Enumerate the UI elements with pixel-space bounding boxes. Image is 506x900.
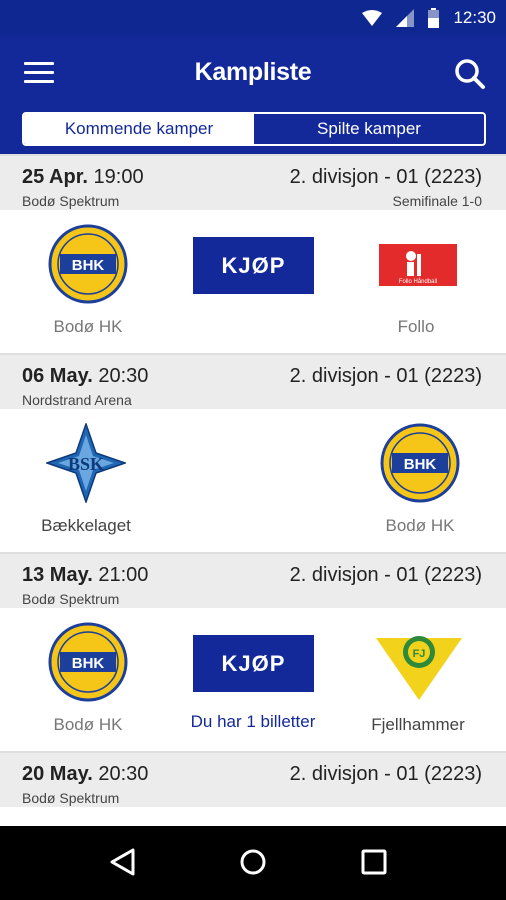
match-date: 25 Apr. [22, 166, 88, 188]
match-header[interactable]: 25 Apr. 19:00 Bodø Spektrum 2. divisjon … [0, 154, 506, 210]
match-datetime: 25 Apr. 19:00 [22, 166, 144, 189]
navigation-bar [0, 826, 506, 900]
match-body[interactable]: BSK BHK Bækkelaget Bodø HK [0, 409, 506, 552]
recents-square-icon[interactable] [354, 842, 394, 882]
match-datetime: 06 May. 20:30 [22, 365, 148, 388]
match-time: 21:00 [98, 564, 149, 586]
match-list[interactable]: 25 Apr. 19:00 Bodø Spektrum 2. divisjon … [0, 154, 506, 826]
match-date: 13 May. [22, 564, 93, 586]
page-title: Kampliste [194, 58, 312, 86]
bhk-logo-icon[interactable]: BHK [48, 622, 128, 702]
wifi-icon [362, 10, 383, 26]
match-league: 2. divisjon - 01 (2223) [289, 564, 482, 586]
home-circle-icon[interactable] [233, 842, 273, 882]
tab-kommende-kamper[interactable]: Kommende kamper [24, 114, 254, 144]
match-header[interactable]: 06 May. 20:30 Nordstrand Arena 2. divisj… [0, 353, 506, 409]
match-time: 20:30 [98, 365, 149, 387]
match-league: 2. divisjon - 01 (2223) [289, 166, 482, 188]
follo-logo-icon[interactable]: Follo Håndball [377, 224, 459, 304]
match-body[interactable]: BHK KJØP Follo Håndball Bodø HK Follo [0, 210, 506, 353]
fjellhammer-logo-icon[interactable]: FJ [374, 622, 464, 702]
match-header[interactable]: 20 May. 20:30 Bodø Spektrum 2. divisjon … [0, 751, 506, 807]
buy-ticket-button[interactable]: KJØP [193, 635, 314, 692]
search-icon[interactable] [450, 54, 490, 94]
match-date: 20 May. [22, 763, 93, 785]
home-team-name: Bækkelaget [41, 516, 131, 535]
status-time: 12:30 [453, 8, 496, 27]
back-triangle-icon[interactable] [103, 842, 143, 882]
away-team-name: Follo [397, 317, 435, 336]
svg-text:BSK: BSK [68, 454, 104, 474]
home-team-name: Bodø HK [53, 715, 123, 734]
match-date: 06 May. [22, 365, 93, 387]
match-time: 19:00 [93, 166, 144, 188]
match-datetime: 20 May. 20:30 [22, 763, 148, 786]
match-header[interactable]: 13 May. 21:00 Bodø Spektrum 2. divisjon … [0, 552, 506, 608]
svg-text:FJ: FJ [413, 648, 426, 660]
battery-icon [428, 8, 440, 28]
away-team-name: Bodø HK [385, 516, 455, 535]
signal-icon [396, 9, 415, 27]
svg-text:BHK: BHK [72, 257, 105, 274]
bhk-logo-icon[interactable]: BHK [48, 224, 128, 304]
match-league: 2. divisjon - 01 (2223) [289, 365, 482, 387]
tab-bar: Kommende kamper Spilte kamper [22, 112, 486, 146]
ticket-note[interactable]: Du har 1 billetter [153, 712, 353, 732]
svg-text:BHK: BHK [404, 456, 437, 473]
buy-ticket-button[interactable]: KJØP [193, 237, 314, 294]
match-datetime: 13 May. 21:00 [22, 564, 148, 587]
match-time: 20:30 [98, 763, 149, 785]
match-body[interactable]: BHK KJØP Du har 1 billetter FJ Fjellhamm… [0, 608, 506, 751]
away-team-name: Fjellhammer [371, 715, 465, 734]
match-league: 2. divisjon - 01 (2223) [289, 763, 482, 785]
home-team-name: Bodø HK [53, 317, 123, 336]
match-venue: Bodø Spektrum [22, 591, 120, 607]
svg-text:Follo Håndball: Follo Håndball [399, 278, 437, 285]
svg-text:BHK: BHK [72, 655, 105, 672]
app-bar: Kampliste Kommende kamper Spilte kamper [0, 36, 506, 154]
match-venue: Nordstrand Arena [22, 392, 132, 408]
tab-spilte-kamper[interactable]: Spilte kamper [254, 114, 484, 144]
bhk-logo-icon[interactable]: BHK [380, 423, 460, 503]
match-venue: Bodø Spektrum [22, 790, 120, 806]
match-round: Semifinale 1-0 [392, 193, 483, 209]
bsk-logo-icon[interactable]: BSK [46, 423, 126, 503]
match-venue: Bodø Spektrum [22, 193, 120, 209]
status-bar: 12:30 [0, 0, 506, 36]
status-icons: 12:30 [362, 0, 496, 36]
